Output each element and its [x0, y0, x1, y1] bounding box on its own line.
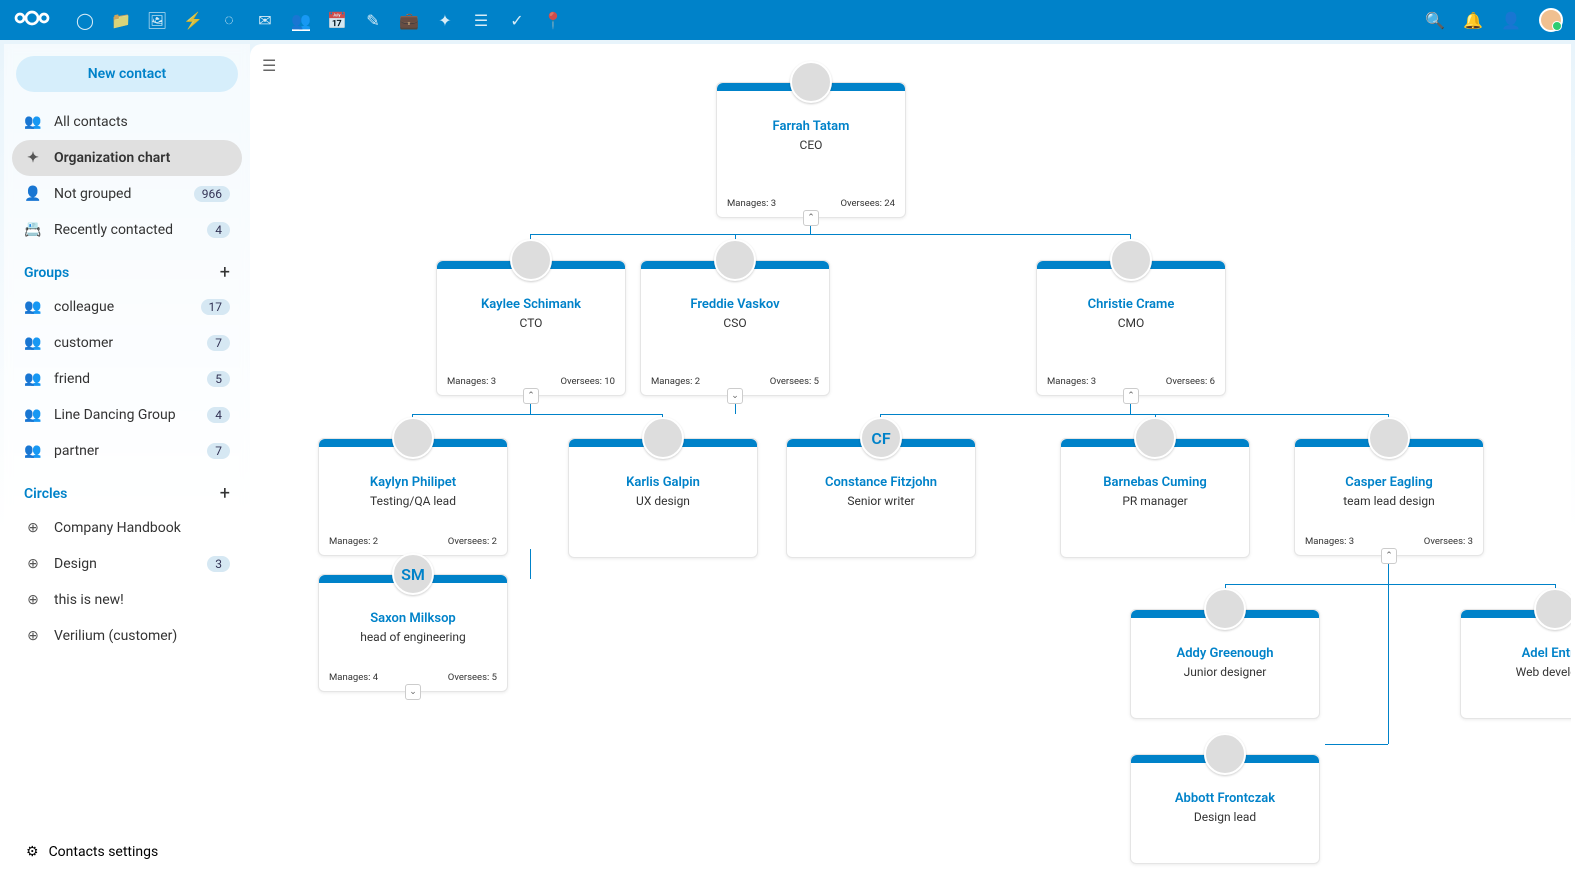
avatar [510, 239, 552, 281]
circles-header: Circles + [12, 469, 242, 510]
org-node-ceo[interactable]: Farrah Tatam CEO Manages: 3Oversees: 24 … [716, 82, 906, 218]
notifications-icon[interactable]: 🔔 [1463, 11, 1483, 30]
org-node-cso[interactable]: Freddie Vaskov CSO Manages: 2Oversees: 5… [640, 260, 830, 396]
group-icon: 👥 [24, 113, 42, 131]
org-node-eng[interactable]: SM Saxon Milksop head of engineering Man… [318, 574, 508, 692]
org-node-design-lead[interactable]: Casper Eagling team lead design Manages:… [1294, 438, 1484, 556]
lists-icon[interactable]: ☰ [472, 11, 490, 29]
main-content: ☰ [250, 44, 1571, 882]
new-contact-button[interactable]: New contact [16, 56, 238, 92]
sidebar-item-company-handbook[interactable]: ⊕Company Handbook [12, 510, 242, 546]
collapse-icon[interactable]: ⌃ [1123, 388, 1139, 404]
avatar [392, 417, 434, 459]
avatar [714, 239, 756, 281]
add-group-icon[interactable]: + [220, 262, 230, 283]
org-node-writer[interactable]: CF Constance Fitzjohn Senior writer [786, 438, 976, 558]
sidebar-item-all-contacts[interactable]: 👥 All contacts [12, 104, 242, 140]
sidebar-item-org-chart[interactable]: ✦ Organization chart [12, 140, 242, 176]
avatar [1204, 588, 1246, 630]
sidebar: New contact 👥 All contacts ✦ Organizatio… [4, 44, 250, 882]
contacts-settings-button[interactable]: ⚙ Contacts settings [12, 834, 242, 870]
sidebar-item-not-grouped[interactable]: 👤 Not grouped 966 [12, 176, 242, 212]
sidebar-item-label: Organization chart [54, 150, 230, 166]
activity-icon[interactable]: ⚡ [184, 11, 202, 29]
avatar [1204, 733, 1246, 775]
sidebar-item-line-dancing[interactable]: 👥Line Dancing Group4 [12, 397, 242, 433]
nextcloud-logo[interactable] [12, 8, 52, 32]
avatar-initials: SM [392, 553, 434, 595]
topbar-right: 🔍 🔔 👤 [1425, 8, 1563, 32]
sidebar-item-partner[interactable]: 👥partner7 [12, 433, 242, 469]
sidebar-item-this-is-new[interactable]: ⊕this is new! [12, 582, 242, 618]
org-node-pr[interactable]: Barnebas Cuming PR manager [1060, 438, 1250, 558]
forms-icon[interactable]: ✦ [436, 11, 454, 29]
circle-icon: ⊕ [24, 591, 42, 609]
expand-icon[interactable]: ⌄ [405, 684, 421, 700]
org-icon: ✦ [24, 149, 42, 167]
circle-icon: ⊕ [24, 555, 42, 573]
tasks-icon[interactable]: ✓ [508, 11, 526, 29]
collapse-icon[interactable]: ⌃ [1381, 548, 1397, 564]
circle-icon: ⊕ [24, 519, 42, 537]
avatar [642, 417, 684, 459]
expand-icon[interactable]: ⌄ [727, 388, 743, 404]
group-icon: 👥 [24, 442, 42, 460]
talk-icon[interactable]: ◌ [220, 11, 238, 29]
group-icon: 👥 [24, 406, 42, 424]
contacts-menu-icon[interactable]: 👤 [1501, 11, 1521, 30]
groups-header: Groups + [12, 248, 242, 289]
topbar: ◯ 📁 🖼 ⚡ ◌ ✉ 👥 📅 ✎ 💼 ✦ ☰ ✓ 📍 🔍 🔔 👤 [0, 0, 1575, 40]
group-icon: 👥 [24, 334, 42, 352]
avatar [1368, 417, 1410, 459]
sidebar-item-customer[interactable]: 👥customer7 [12, 325, 242, 361]
app-menu: ◯ 📁 🖼 ⚡ ◌ ✉ 👥 📅 ✎ 💼 ✦ ☰ ✓ 📍 [76, 11, 562, 29]
org-chart[interactable]: Farrah Tatam CEO Manages: 3Oversees: 24 … [250, 44, 1571, 882]
person-icon: 👤 [24, 185, 42, 203]
sidebar-item-label: Recently contacted [54, 222, 195, 238]
avatar-initials: CF [860, 417, 902, 459]
collapse-icon[interactable]: ⌃ [803, 210, 819, 226]
recent-icon: 📇 [24, 221, 42, 239]
org-node-cmo[interactable]: Christie Crame CMO Manages: 3Oversees: 6… [1036, 260, 1226, 396]
count-badge: 966 [194, 186, 230, 202]
group-icon: 👥 [24, 298, 42, 316]
notes-icon[interactable]: ✎ [364, 11, 382, 29]
deck-icon[interactable]: 💼 [400, 11, 418, 29]
avatar [1134, 417, 1176, 459]
dashboard-icon[interactable]: ◯ [76, 11, 94, 29]
avatar [1534, 588, 1571, 630]
sidebar-item-recently-contacted[interactable]: 📇 Recently contacted 4 [12, 212, 242, 248]
org-node-junior-designer[interactable]: Addy Greenough Junior designer [1130, 609, 1320, 719]
gear-icon: ⚙ [26, 844, 39, 860]
sidebar-item-verilium[interactable]: ⊕Verilium (customer) [12, 618, 242, 654]
sidebar-item-colleague[interactable]: 👥colleague17 [12, 289, 242, 325]
mail-icon[interactable]: ✉ [256, 11, 274, 29]
collapse-icon[interactable]: ⌃ [523, 388, 539, 404]
photos-icon[interactable]: 🖼 [148, 11, 166, 29]
org-node-design-lead2[interactable]: Abbott Frontczak Design lead [1130, 754, 1320, 864]
avatar [790, 61, 832, 103]
files-icon[interactable]: 📁 [112, 11, 130, 29]
sidebar-item-friend[interactable]: 👥friend5 [12, 361, 242, 397]
sidebar-item-label: All contacts [54, 114, 230, 130]
calendar-icon[interactable]: 📅 [328, 11, 346, 29]
org-node-cto[interactable]: Kaylee Schimank CTO Manages: 3Oversees: … [436, 260, 626, 396]
search-icon[interactable]: 🔍 [1425, 11, 1445, 30]
org-node-qa[interactable]: Kaylyn Philipet Testing/QA lead Manages:… [318, 438, 508, 556]
sidebar-item-design[interactable]: ⊕Design3 [12, 546, 242, 582]
user-avatar[interactable] [1539, 8, 1563, 32]
count-badge: 4 [207, 222, 230, 238]
org-node-ux[interactable]: Karlis Galpin UX design [568, 438, 758, 558]
contacts-icon[interactable]: 👥 [292, 13, 310, 31]
avatar [1110, 239, 1152, 281]
group-icon: 👥 [24, 370, 42, 388]
maps-icon[interactable]: 📍 [544, 11, 562, 29]
add-circle-icon[interactable]: + [220, 483, 230, 504]
sidebar-item-label: Not grouped [54, 186, 182, 202]
circle-icon: ⊕ [24, 627, 42, 645]
org-node-web-dev[interactable]: Adel Entres Web developer [1460, 609, 1571, 719]
